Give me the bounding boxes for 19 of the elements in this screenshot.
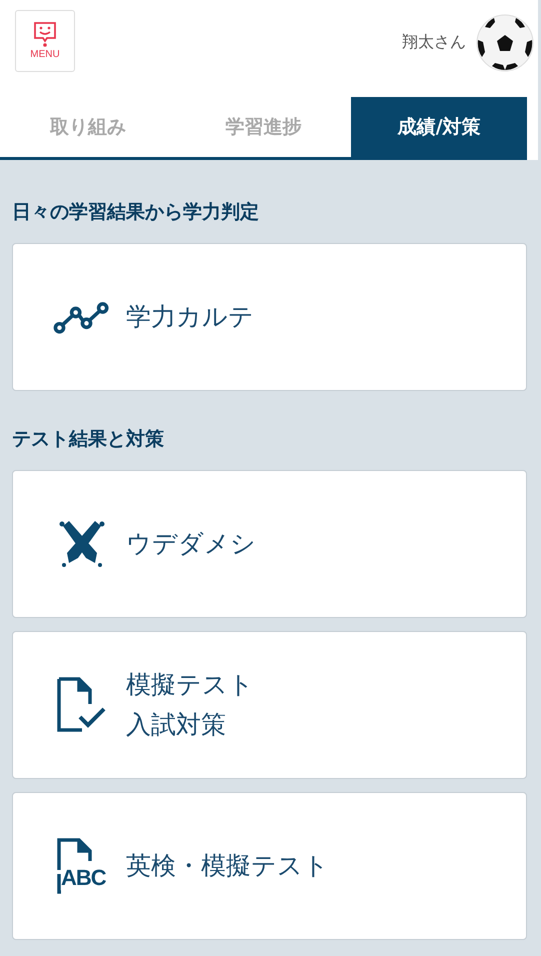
speech-bubble-face-icon: [32, 21, 58, 47]
section-heading: テスト結果と対策: [12, 427, 165, 452]
menu-card[interactable]: ABC 英検・模擬テスト: [12, 792, 527, 940]
section-heading: 日々の学習結果から学力判定: [12, 200, 260, 225]
document-check-icon: [56, 677, 108, 733]
card-label: 模擬テスト: [126, 669, 254, 701]
menu-card[interactable]: 模擬テスト 入試対策: [12, 631, 527, 779]
card-label: 英検・模擬テスト: [126, 850, 329, 882]
menu-card[interactable]: 学力カルテ: [12, 243, 527, 391]
user-name: 翔太さん: [402, 32, 466, 53]
card-label: 学力カルテ: [126, 301, 254, 333]
soccer-ball-icon: [476, 14, 534, 72]
crossed-pencils-icon: [57, 520, 107, 568]
menu-button[interactable]: MENU: [15, 10, 75, 72]
card-label: ウデダメシ: [126, 528, 256, 560]
menu-card[interactable]: ウデダメシ: [12, 470, 527, 618]
tab[interactable]: 成績/対策: [351, 97, 528, 157]
line-chart-icon: [53, 299, 111, 335]
card-label: 入試対策: [126, 709, 227, 741]
